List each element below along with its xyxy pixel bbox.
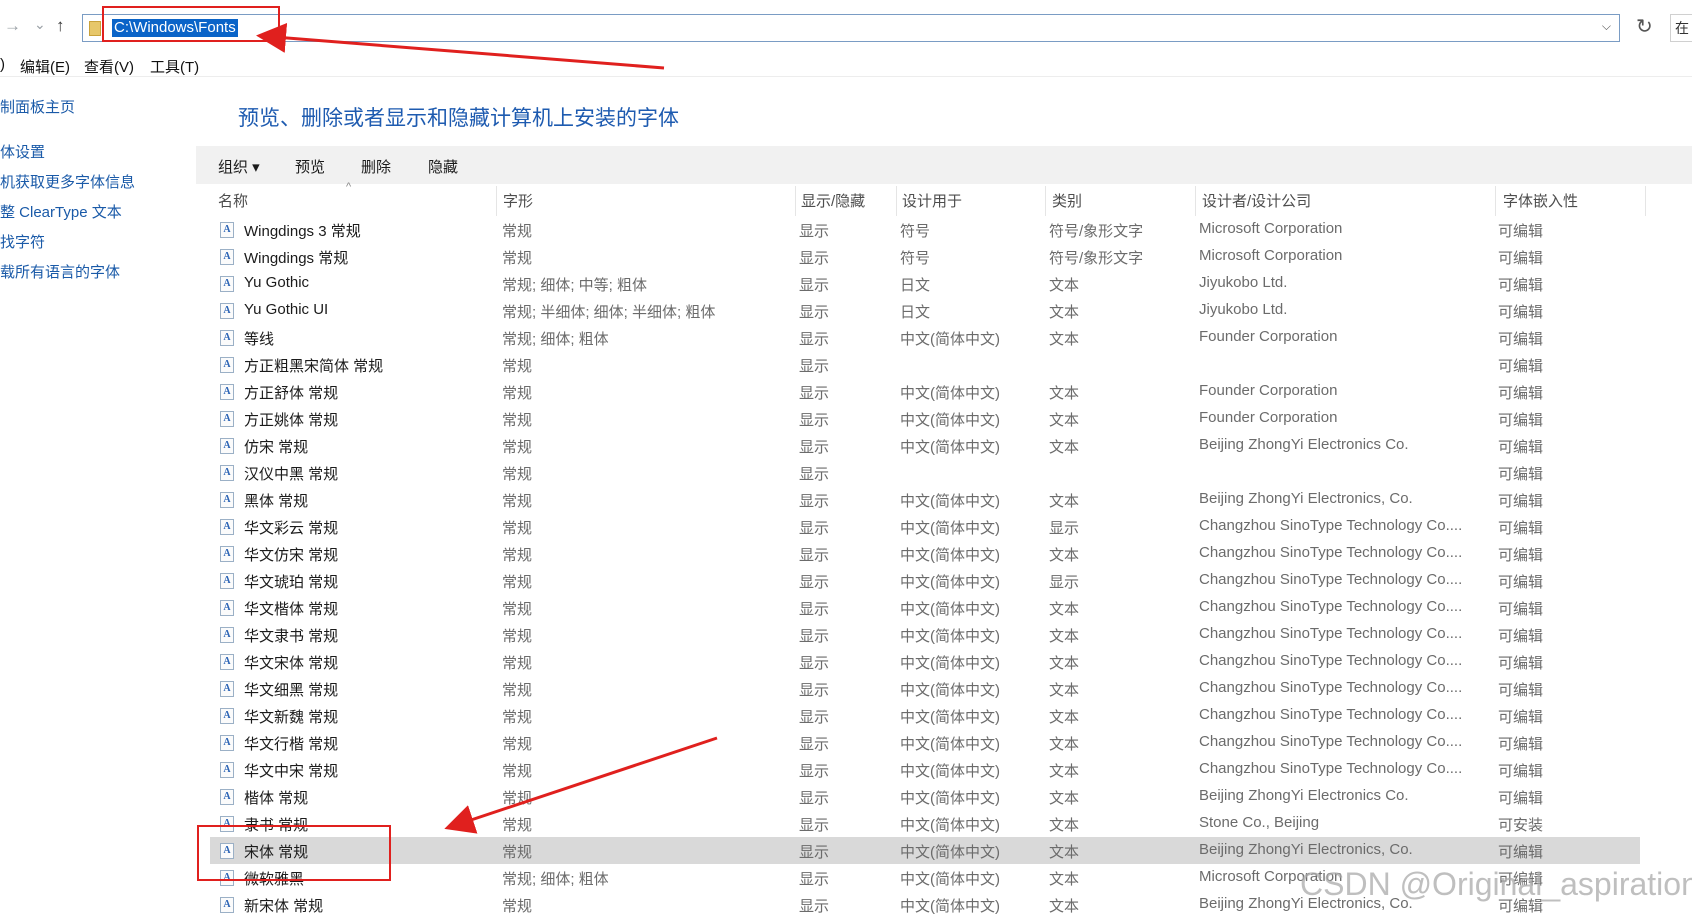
annotation-arrows [256, 22, 718, 834]
annotation-arrow-address [256, 22, 665, 70]
watermark: CSDN @Original_aspiration [1300, 866, 1692, 902]
annotation-arrow-font [444, 736, 718, 834]
